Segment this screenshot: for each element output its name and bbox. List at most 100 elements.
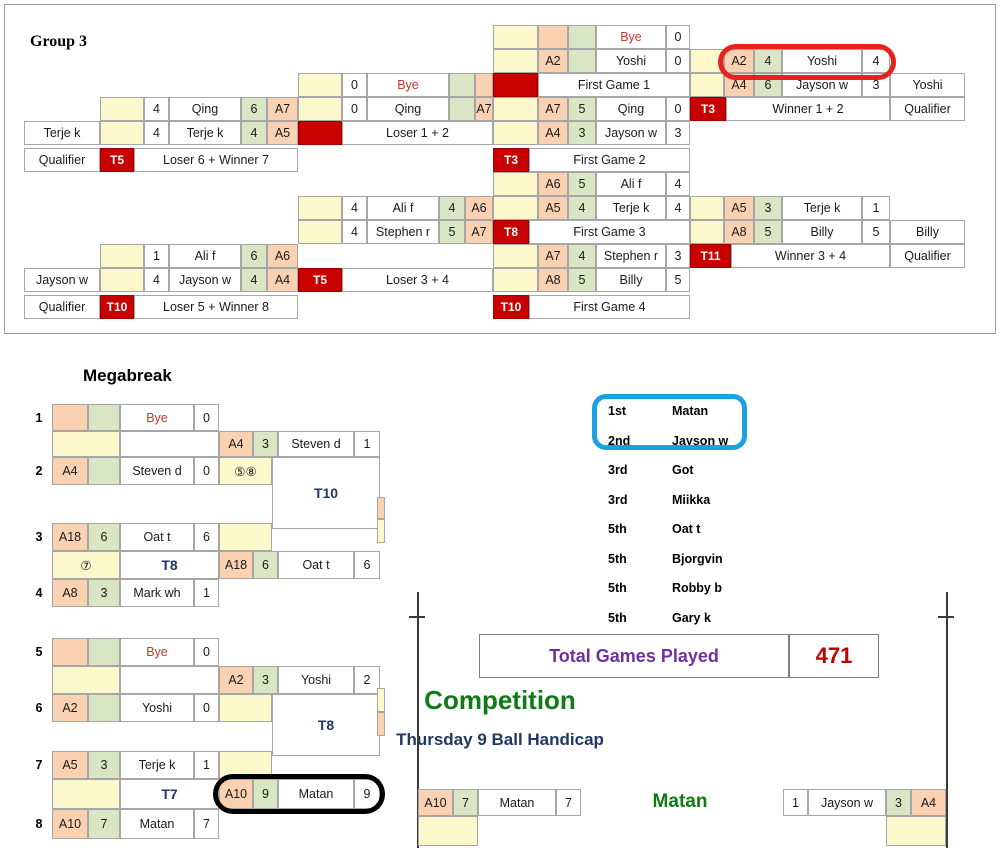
fg3-marker: T8 xyxy=(493,220,529,244)
lb1-filler xyxy=(298,73,342,97)
al2-player: Jayson w xyxy=(169,268,241,292)
ab2-handicap: 5 xyxy=(439,220,465,244)
al3-label: Loser 5 + Winner 8 xyxy=(134,295,298,319)
lb1-score: 0 xyxy=(342,73,367,97)
mb-w2-player: Oat t xyxy=(278,551,354,579)
mb-r4-seed: A8 xyxy=(52,579,88,607)
ll1-handicap: 6 xyxy=(241,97,267,121)
g4-p1-player: Stephen r xyxy=(596,244,666,268)
ranking-name-8: Gary k xyxy=(672,610,711,625)
al1-player: Ali f xyxy=(169,244,241,268)
fg4-marker: T10 xyxy=(493,295,529,319)
g3-p1-player: Ali f xyxy=(596,172,666,196)
bb-l-filler xyxy=(418,816,478,846)
ab1-handicap: 4 xyxy=(439,196,465,220)
al2-score: 4 xyxy=(144,268,169,292)
bb-r-handicap: 3 xyxy=(886,789,911,816)
lb2-handicap xyxy=(449,97,475,121)
lb2-score: 0 xyxy=(342,97,367,121)
qf1-p2-seed: A4 xyxy=(724,73,754,97)
ll2-filler xyxy=(100,121,144,145)
g1-p2-handicap xyxy=(568,49,596,73)
mb-r3-score: 6 xyxy=(194,523,219,551)
g3-p2-handicap: 4 xyxy=(568,196,596,220)
ranking-name-4: Miikka xyxy=(672,492,711,507)
ab2-score: 4 xyxy=(342,220,367,244)
qf1-winner: Yoshi xyxy=(890,73,965,97)
al3-qualifier: Qualifier xyxy=(24,295,100,319)
g4-p1-filler xyxy=(493,244,538,268)
mb-r8-score: 7 xyxy=(194,809,219,839)
g3-p2-filler xyxy=(493,196,538,220)
winner34-label: Winner 3 + 4 xyxy=(731,244,890,268)
mb-w1-player: Steven d xyxy=(278,431,354,457)
mb-r8-handicap: 7 xyxy=(88,809,120,839)
ab2-filler xyxy=(298,220,342,244)
ranking-name-5: Oat t xyxy=(672,522,701,536)
ll1-filler xyxy=(100,97,144,121)
mb-r7-filler xyxy=(219,751,272,779)
g3-p1-handicap: 5 xyxy=(568,172,596,196)
mb-r3-handicap: 6 xyxy=(88,523,120,551)
mb-w4-seed: A10 xyxy=(219,779,253,809)
qf1-p1-handicap: 4 xyxy=(754,49,782,73)
mb-r4-score: 1 xyxy=(194,579,219,607)
qf1-filler xyxy=(690,49,724,73)
mb-r2-player: Steven d xyxy=(120,457,194,485)
qf2-p2-handicap: 5 xyxy=(754,220,782,244)
lb2-player: Qing xyxy=(367,97,449,121)
ll2-player: Terje k xyxy=(169,121,241,145)
al2-name: Jayson w xyxy=(24,268,100,292)
ll2-handicap: 4 xyxy=(241,121,267,145)
bracket-guide-line-right xyxy=(946,592,948,848)
g2-p2-player: Jayson w xyxy=(596,121,666,145)
ranking-position-1: 1st xyxy=(608,404,627,418)
g2-p2-seed: A4 xyxy=(538,121,568,145)
lb1-seed xyxy=(475,73,493,97)
sliver-peach-1 xyxy=(377,497,385,519)
mb-r1-handicap xyxy=(88,404,120,431)
screenshot-root: Group 3 Bye 0 A2 Yoshi 0 A2 4 Yoshi 4 First Game … xyxy=(0,0,1000,857)
g3-p2-player: Terje k xyxy=(596,196,666,220)
competition-title: Competition xyxy=(424,685,576,715)
loser12-marker xyxy=(298,121,342,145)
mb-t7-box xyxy=(52,779,120,809)
mb-r7-handicap: 3 xyxy=(88,751,120,779)
g1-p2-player: Yoshi xyxy=(596,49,666,73)
qf1-p2-score: 3 xyxy=(862,73,890,97)
g4-p2-handicap: 5 xyxy=(568,268,596,292)
mb-r3-player: Oat t xyxy=(120,523,194,551)
al1-score: 1 xyxy=(144,244,169,268)
ranking-position-2: 2nd xyxy=(608,433,631,448)
mb-r1-player: Bye xyxy=(120,404,194,431)
qf1-qualifier: Qualifier xyxy=(890,97,965,121)
mb-r2-seed: A4 xyxy=(52,457,88,485)
g1-p2-label xyxy=(493,49,538,73)
mb-w1-handicap: 3 xyxy=(253,431,278,457)
qf1-p1-seed: A2 xyxy=(724,49,754,73)
mb-r3-seed: A18 xyxy=(52,523,88,551)
bb-l-handicap: 7 xyxy=(453,789,478,816)
ranking-name-2: Jayson w xyxy=(672,433,729,448)
g4-p1-score: 3 xyxy=(666,244,690,268)
mb-w2-seed: A18 xyxy=(219,551,253,579)
g2-p1-seed: A7 xyxy=(538,97,568,121)
ab1-score: 4 xyxy=(342,196,367,220)
ll2-name: Terje k xyxy=(24,121,100,145)
mb-w1-seed: A4 xyxy=(219,431,253,457)
al2-seed: A4 xyxy=(267,268,298,292)
t3-right: T3 xyxy=(690,97,726,121)
bb-l-player: Matan xyxy=(478,789,556,816)
ll1-seed: A7 xyxy=(267,97,298,121)
megabreak-seed-5: 5 xyxy=(35,645,43,659)
bye-row-handicap xyxy=(568,25,596,49)
qf1-filler2 xyxy=(690,73,724,97)
mb-w4-player: Matan xyxy=(278,779,354,809)
mb-r3-filler xyxy=(219,523,272,551)
mb-w2-score: 6 xyxy=(354,551,380,579)
fg1-label: First Game 1 xyxy=(538,73,690,97)
g3-p2-seed: A5 xyxy=(538,196,568,220)
ll3-t5: T5 xyxy=(100,148,134,172)
competition-subtitle: Thursday 9 Ball Handicap xyxy=(396,730,604,749)
qf1-p1-player: Yoshi xyxy=(782,49,862,73)
